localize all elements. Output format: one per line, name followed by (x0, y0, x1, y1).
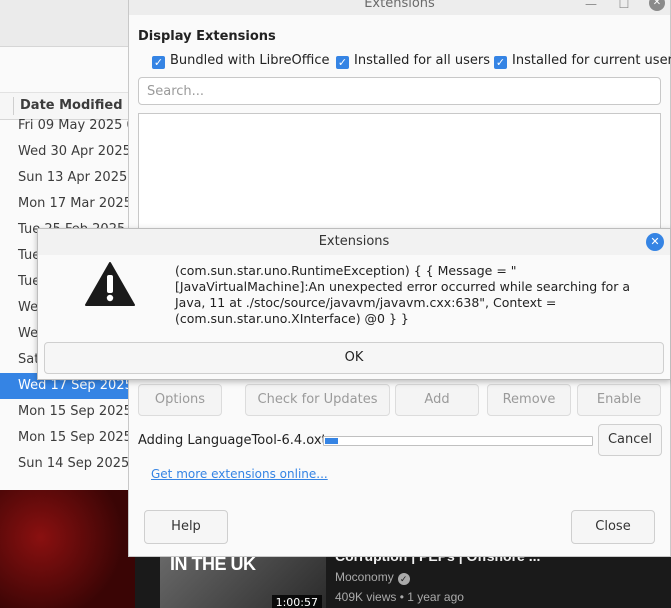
progress-bar-fill (325, 438, 338, 444)
maximize-icon[interactable]: ☐ (616, 0, 632, 11)
video-thumbnail[interactable]: IN THE UK 1:00:57 (160, 548, 326, 608)
enable-button[interactable]: Enable (577, 384, 661, 416)
check-for-updates-button[interactable]: Check for Updates (245, 384, 390, 416)
display-extensions-heading: Display Extensions (138, 29, 276, 44)
thumbnail-caption: IN THE UK (170, 554, 256, 574)
progress-label: Adding LanguageTool-6.4.oxt (138, 433, 327, 448)
video-duration: 1:00:57 (271, 595, 322, 608)
video-channel[interactable]: Moconomy ✓ (335, 570, 410, 585)
checkbox-checked-icon[interactable]: ✓ (152, 56, 165, 69)
verified-icon: ✓ (397, 573, 410, 585)
error-dialog: Extensions ✕ (com.sun.star.uno.RuntimeEx… (37, 228, 671, 380)
help-button[interactable]: Help (144, 510, 228, 544)
filter-all-users[interactable]: ✓ Installed for all users (336, 53, 490, 69)
file-manager-toolbar (0, 0, 140, 47)
filter-all-users-label: Installed for all users (354, 53, 490, 68)
column-header-date-modified[interactable]: Date Modified (20, 98, 123, 113)
search-input[interactable] (138, 77, 661, 105)
warning-icon (85, 262, 135, 306)
add-button[interactable]: Add (395, 384, 479, 416)
file-row[interactable]: Fri 09 May 2025 0 (0, 113, 140, 139)
dialog-title: Extensions (318, 234, 390, 249)
ok-button[interactable]: OK (44, 342, 664, 374)
filter-current-user[interactable]: ✓ Installed for current user (494, 53, 671, 69)
dialog-titlebar[interactable]: Extensions ✕ (38, 229, 670, 255)
minimize-icon[interactable]: — (583, 0, 599, 11)
cancel-button[interactable]: Cancel (598, 424, 662, 456)
video-player[interactable] (0, 490, 135, 608)
filter-bundled[interactable]: ✓ Bundled with LibreOffice (152, 53, 329, 69)
error-message: (com.sun.star.uno.RuntimeException) { { … (175, 263, 631, 326)
close-button[interactable]: Close (571, 510, 655, 544)
filter-current-user-label: Installed for current user (512, 53, 671, 68)
video-meta: 409K views • 1 year ago (335, 590, 464, 604)
file-row[interactable]: Mon 17 Mar 2025 (0, 191, 140, 217)
get-more-extensions-link[interactable]: Get more extensions online... (151, 467, 328, 481)
channel-name[interactable]: Moconomy (335, 570, 394, 584)
remove-button[interactable]: Remove (487, 384, 571, 416)
checkbox-checked-icon[interactable]: ✓ (494, 56, 507, 69)
extensions-titlebar[interactable]: Extensions — ☐ ✕ (129, 0, 670, 15)
file-row[interactable]: Wed 30 Apr 2025 (0, 139, 140, 165)
file-row[interactable]: Sun 14 Sep 2025 0 (0, 451, 140, 477)
progress-bar (323, 436, 593, 446)
filter-bundled-label: Bundled with LibreOffice (170, 53, 330, 68)
checkbox-checked-icon[interactable]: ✓ (336, 56, 349, 69)
options-button[interactable]: Options (138, 384, 222, 416)
file-row[interactable]: Sun 13 Apr 2025 0 (0, 165, 140, 191)
dialog-close-icon[interactable]: ✕ (646, 233, 664, 251)
file-row[interactable]: Mon 15 Sep 2025 (0, 425, 140, 451)
file-row[interactable]: Mon 15 Sep 2025 (0, 399, 140, 425)
